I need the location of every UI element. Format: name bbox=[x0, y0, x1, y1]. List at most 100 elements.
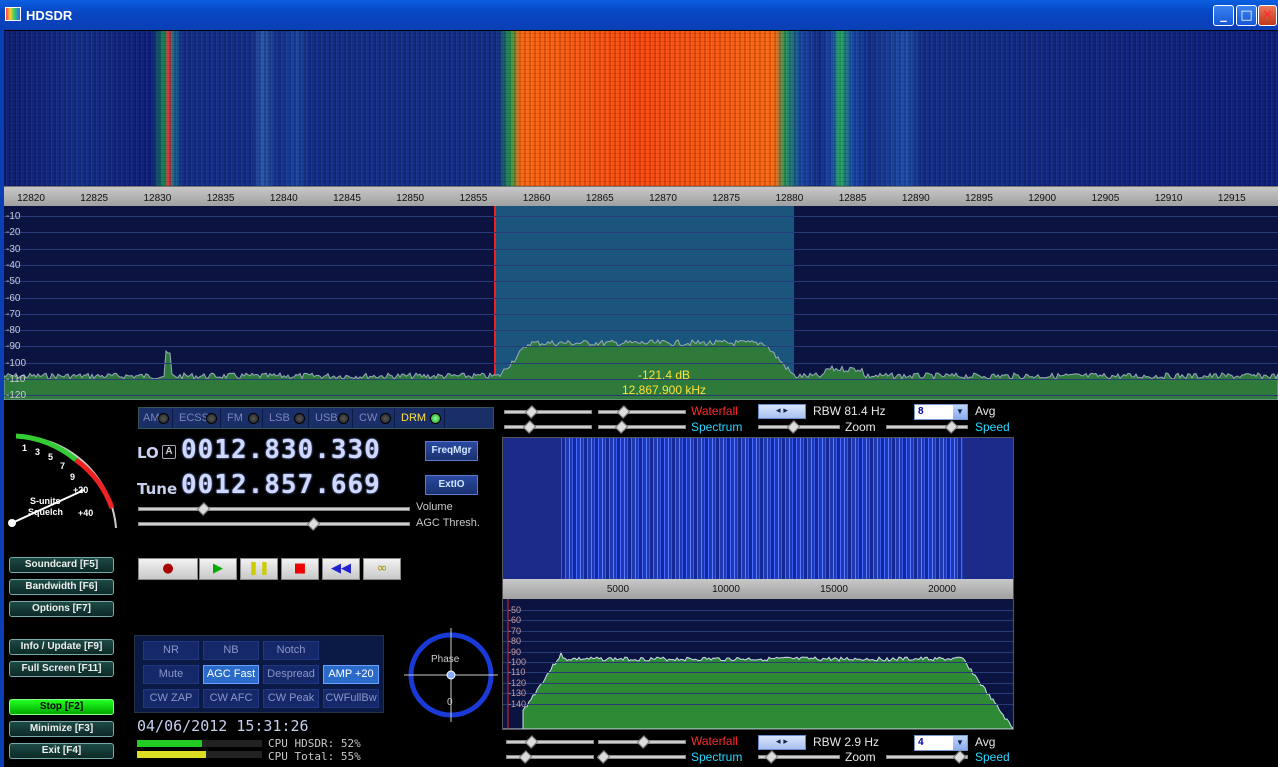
dsp-cw-zap-button[interactable]: CW ZAP bbox=[143, 689, 199, 708]
rf-spectrum-slider-1[interactable] bbox=[504, 420, 592, 434]
dsp-nb-button[interactable]: NB bbox=[203, 641, 259, 660]
af-spectrum-slider-1[interactable] bbox=[506, 750, 594, 764]
dsp-cw-afc-button[interactable]: CW AFC bbox=[203, 689, 259, 708]
volume-slider[interactable] bbox=[138, 502, 410, 516]
mode-button-usb[interactable]: USB bbox=[311, 409, 353, 428]
db-tick: -50 bbox=[6, 276, 21, 288]
grid-line bbox=[4, 216, 1278, 217]
grid-line bbox=[4, 232, 1278, 234]
stop-button[interactable]: ■ bbox=[281, 558, 319, 580]
frequency-tick: 12915 bbox=[1217, 193, 1246, 204]
rf-spectrum-slider-2[interactable] bbox=[598, 420, 686, 434]
af-waterfall-slider-2[interactable] bbox=[598, 735, 686, 749]
volume-label: Volume bbox=[416, 501, 453, 513]
dsp-despread-button[interactable]: Despread bbox=[263, 665, 319, 684]
exit-button[interactable]: Exit [F4] bbox=[9, 743, 114, 759]
audio-display[interactable]: 5000 10000 15000 20000 -50 -60 -70 -80 -90 -100-… bbox=[502, 437, 1014, 730]
frequency-tick: 12865 bbox=[585, 193, 614, 204]
squelch-label: Squelch bbox=[28, 507, 64, 517]
rewind-button[interactable]: ◀◀ bbox=[322, 558, 360, 580]
mode-button-am[interactable]: AM bbox=[139, 409, 173, 428]
audio-waterfall[interactable] bbox=[503, 438, 1013, 579]
grid-line bbox=[4, 346, 1278, 348]
rf-waterfall-slider-1[interactable] bbox=[504, 405, 592, 419]
af-avg-select[interactable]: 4 ▼ bbox=[914, 735, 968, 751]
af-zoom-slider[interactable] bbox=[758, 750, 840, 764]
soundcard-button[interactable]: Soundcard [F5] bbox=[9, 557, 114, 573]
mode-button-cw[interactable]: CW bbox=[355, 409, 395, 428]
mode-led-icon bbox=[338, 413, 349, 424]
minimize-button[interactable]: Minimize [F3] bbox=[9, 721, 114, 737]
dsp-agc-fast-button[interactable]: AGC Fast bbox=[203, 665, 259, 684]
rf-rbw-spinner[interactable]: ◂ ▸ bbox=[758, 404, 806, 419]
start-stop-button[interactable]: Stop [F2] bbox=[9, 699, 114, 715]
frequency-tick: 12830 bbox=[143, 193, 172, 204]
frequency-tick: 12900 bbox=[1028, 193, 1057, 204]
frequency-tick: 12825 bbox=[80, 193, 109, 204]
options-button[interactable]: Options [F7] bbox=[9, 601, 114, 617]
grid-line bbox=[4, 362, 1278, 364]
audio-db-tick: -70 bbox=[508, 625, 522, 636]
rf-waterfall-slider-2[interactable] bbox=[598, 405, 686, 419]
loop-button[interactable]: ∞ bbox=[363, 558, 401, 580]
s-meter-tick-40: +40 bbox=[78, 508, 94, 518]
dsp-cw-peak-button[interactable]: CW Peak bbox=[263, 689, 319, 708]
lo-lock-badge[interactable]: A bbox=[162, 445, 176, 459]
lo-frequency[interactable]: 0012.830.330 bbox=[181, 435, 381, 465]
frequency-tick: 12870 bbox=[649, 193, 677, 204]
dsp-cwfullbw-button[interactable]: CWFullBw bbox=[323, 689, 379, 708]
play-button[interactable]: ▶ bbox=[199, 558, 237, 580]
frequency-tick: 12880 bbox=[775, 193, 804, 204]
rf-avg-select[interactable]: 8 ▼ bbox=[914, 404, 968, 420]
rf-waterfall[interactable] bbox=[4, 31, 1278, 186]
extio-button[interactable]: ExtIO bbox=[425, 475, 478, 495]
grid-line bbox=[4, 313, 1278, 315]
dsp-panel: NR NB Notch Mute AGC Fast Despread AMP +20 CW Z… bbox=[134, 635, 384, 713]
dsp-notch-button[interactable]: Notch bbox=[263, 641, 319, 660]
rf-spectrum[interactable]: -121.4 dB 12,867.900 kHz -10 -20 -30 -40 -50… bbox=[4, 206, 1278, 400]
grid-line bbox=[4, 248, 1278, 250]
tune-frequency[interactable]: 0012.857.669 bbox=[181, 470, 381, 500]
minimize-window-button[interactable]: _ bbox=[1213, 5, 1234, 26]
s-units-label: S-units bbox=[30, 496, 61, 506]
audio-grid-line bbox=[503, 610, 1013, 611]
af-speed-slider[interactable] bbox=[886, 750, 968, 764]
frequency-scale[interactable]: 12820 12825 12830 12835 12840 12845 12850 12855… bbox=[4, 186, 1278, 206]
close-window-button[interactable]: ✕ bbox=[1258, 5, 1277, 26]
rf-spectrum-label: Spectrum bbox=[691, 420, 743, 434]
pause-button[interactable]: ❚❚ bbox=[240, 558, 278, 580]
mode-button-ecss[interactable]: ECSS bbox=[175, 409, 221, 428]
agc-slider-thumb[interactable] bbox=[306, 517, 321, 531]
agc-threshold-slider[interactable] bbox=[138, 517, 410, 531]
volume-slider-thumb[interactable] bbox=[196, 502, 211, 516]
frequency-tick: 12845 bbox=[333, 193, 361, 204]
info-update-button[interactable]: Info / Update [F9] bbox=[9, 639, 114, 655]
record-button[interactable]: ● bbox=[138, 558, 198, 580]
mode-button-lsb[interactable]: LSB bbox=[265, 409, 309, 428]
audio-grid-line bbox=[503, 682, 1013, 684]
audio-db-tick: -90 bbox=[508, 646, 522, 657]
rf-zoom-slider[interactable] bbox=[758, 420, 840, 434]
lo-label: LO bbox=[137, 444, 159, 462]
audio-frequency-tick: 15000 bbox=[820, 584, 848, 595]
s-meter bbox=[8, 433, 117, 528]
cpu-hdsdr-bar bbox=[137, 740, 262, 747]
af-waterfall-slider-1[interactable] bbox=[506, 735, 594, 749]
s-meter-tick-3: 3 bbox=[35, 447, 41, 457]
db-tick: -110 bbox=[6, 374, 26, 385]
mode-bar: AM ECSS FM LSB USB CW DRM bbox=[138, 407, 494, 429]
rf-speed-slider[interactable] bbox=[886, 420, 968, 434]
dsp-amp-20-button[interactable]: AMP +20 bbox=[323, 665, 379, 684]
full-screen-button[interactable]: Full Screen [F11] bbox=[9, 661, 114, 677]
dsp-nr-button[interactable]: NR bbox=[143, 641, 199, 660]
af-rbw-spinner[interactable]: ◂ ▸ bbox=[758, 735, 806, 750]
rf-rbw-label: RBW 81.4 Hz bbox=[813, 404, 886, 418]
af-spectrum-slider-2[interactable] bbox=[596, 750, 686, 764]
mode-button-drm[interactable]: DRM bbox=[397, 409, 445, 428]
freqmgr-button[interactable]: FreqMgr bbox=[425, 441, 478, 461]
mode-button-fm[interactable]: FM bbox=[223, 409, 263, 428]
bandwidth-button[interactable]: Bandwidth [F6] bbox=[9, 579, 114, 595]
audio-db-tick: -80 bbox=[508, 636, 522, 647]
maximize-window-button[interactable]: □ bbox=[1236, 5, 1257, 26]
dsp-mute-button[interactable]: Mute bbox=[143, 665, 199, 684]
